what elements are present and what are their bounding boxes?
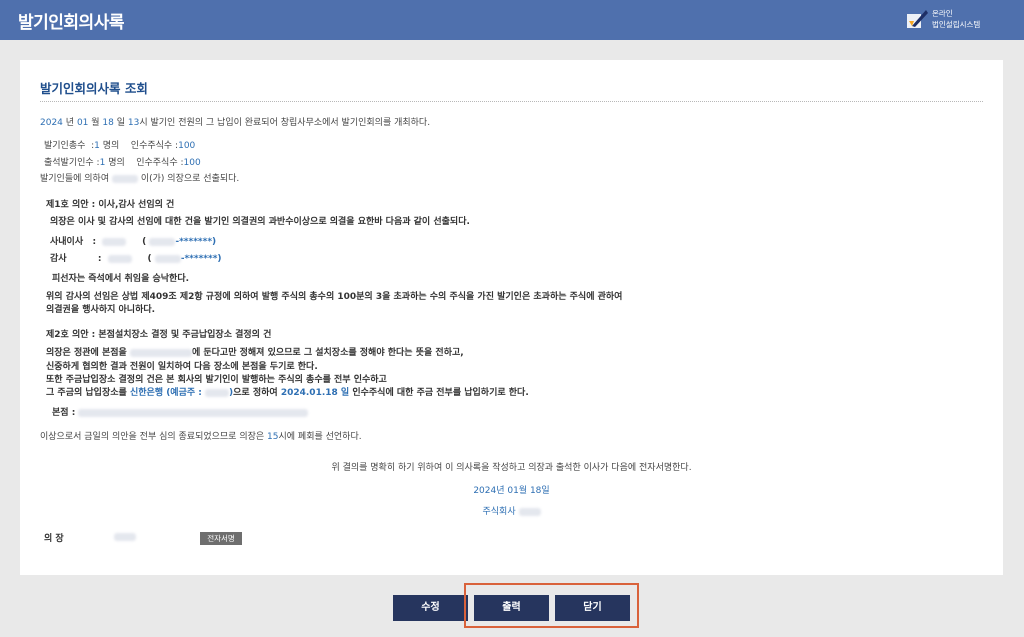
- sign-statement: 위 결의를 명확히 하기 위하여 이 의사록을 작성하고 의장과 출석한 이사가…: [331, 463, 692, 473]
- redacted-name: [111, 174, 138, 183]
- brand-emblem-icon: [907, 10, 928, 28]
- agenda2-line4: 그 주금의 납입장소를 신한은행 (예금주 : )으로 정하여 2024.01.…: [46, 388, 529, 398]
- card-title: 발기인회의사록 조회: [40, 81, 148, 96]
- redacted-id: [154, 254, 181, 263]
- top-bar: 발기인회의사록 온라인 법인설립시스템: [0, 0, 1024, 40]
- sign-date: 2024년 01월 18일: [473, 486, 550, 496]
- auditor-note-line2: 의결권을 행사하지 아니하다.: [46, 305, 156, 315]
- minutes-card: 발기인회의사록 조회 2024 년 01 월 18 일 13시 발기인 전원의 …: [20, 60, 1003, 575]
- chair-label: 의 장: [44, 534, 64, 544]
- redacted-address: [129, 348, 192, 357]
- redacted-id: [149, 237, 176, 246]
- auditor-row: 감사 : ( -*******): [50, 254, 222, 264]
- redacted-company: [518, 507, 541, 516]
- founder-total-line: 발기인총수 :1 명의 인수주식수 :100: [44, 141, 196, 151]
- brand-logo: 온라인 법인설립시스템: [906, 7, 1006, 33]
- redacted-name: [114, 532, 136, 541]
- company-name: 주식회사: [20, 507, 1003, 518]
- agenda2-title: 제2호 의안 : 본점설치장소 결정 및 주금납입장소 결정의 건: [46, 330, 272, 340]
- redacted-address: [78, 408, 309, 417]
- redacted-name: [107, 254, 132, 263]
- agenda2-line3: 또한 주금납입장소 결정의 건은 본 회사의 발기인이 발행하는 주식의 총수를…: [46, 375, 387, 385]
- founder-attend-line: 출석발기인수 :1 명의 인수주식수 :100: [44, 158, 201, 168]
- e-sign-button[interactable]: 전자서명: [200, 532, 242, 545]
- highlight-box: [464, 583, 639, 628]
- redacted-name: [205, 388, 230, 397]
- title-divider: [40, 101, 983, 102]
- agenda2-line2: 신중하게 협의한 결과 전원이 일치하여 다음 장소에 본점을 두기로 한다.: [46, 362, 318, 372]
- meeting-intro: 2024 년 01 월 18 일 13시 발기인 전원의 그 납입이 완료되어 …: [40, 118, 431, 128]
- redacted-name: [102, 237, 127, 246]
- edit-button[interactable]: 수정: [393, 595, 468, 621]
- agenda1-desc: 의장은 이사 및 감사의 선임에 대한 건을 발기인 의결권의 과반수이상으로 …: [50, 217, 470, 227]
- auditor-note-line1: 위의 감사의 선임은 상법 제409조 제2항 규정에 의하여 발행 주식의 총…: [46, 292, 623, 302]
- director-row: 사내이사 : ( -*******): [50, 237, 217, 247]
- agenda1-title: 제1호 의안 : 이사,감사 선임의 건: [46, 200, 175, 210]
- brand-line2: 법인설립시스템: [932, 20, 981, 29]
- acceptance-line: 피선자는 즉석에서 취임을 승낙한다.: [52, 274, 190, 284]
- headquarters-row: 본점 :: [52, 408, 309, 419]
- chair-name: [114, 532, 136, 543]
- brand-line1: 온라인: [932, 9, 953, 18]
- agenda2-line1: 의장은 정관에 본점을 에 둔다고만 정해져 있으므로 그 설치장소를 정해야 …: [46, 348, 464, 358]
- chair-elected-line: 발기인들에 의하여 이(가) 의장으로 선출되다.: [40, 174, 240, 184]
- page-title: 발기인회의사록: [18, 13, 124, 33]
- closing-line: 이상으로서 금일의 의안을 전부 심의 종료되었으므로 의장은 15시에 폐회를…: [40, 432, 362, 442]
